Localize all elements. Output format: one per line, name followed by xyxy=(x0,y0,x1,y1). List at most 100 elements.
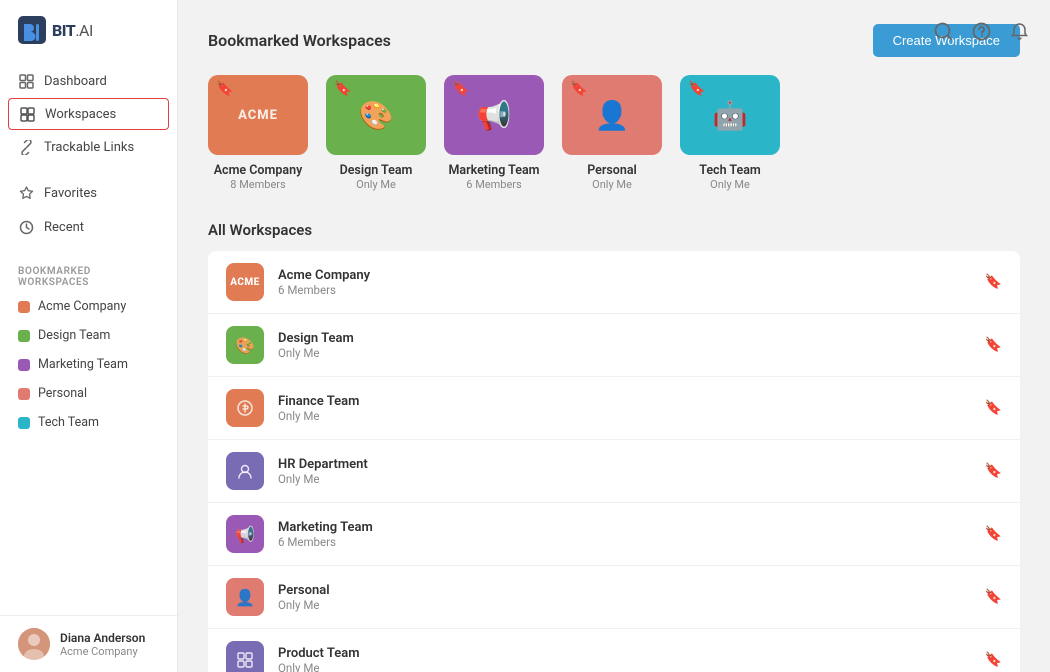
list-name-design: Design Team xyxy=(278,331,971,346)
bookmarked-section-label: BOOKMARKED WORKSPACES xyxy=(0,254,177,292)
user-company: Acme Company xyxy=(60,645,145,658)
design-list-bookmark-icon[interactable]: 🔖 xyxy=(985,337,1002,353)
personal-card-meta: Only Me xyxy=(592,178,632,191)
top-toolbar xyxy=(932,20,1030,42)
list-item-acme[interactable]: ACME Acme Company 6 Members 🔖 xyxy=(208,251,1020,314)
card-marketing[interactable]: 🔖 📢 Marketing Team 6 Members xyxy=(444,75,544,191)
marketing-card-name: Marketing Team xyxy=(448,163,539,178)
sidebar-item-trackable-links[interactable]: Trackable Links xyxy=(0,130,177,164)
tech-card-meta: Only Me xyxy=(710,178,750,191)
sidebar-secondary-nav: Favorites Recent xyxy=(0,176,177,244)
all-workspaces-list: ACME Acme Company 6 Members 🔖 🎨 Design T… xyxy=(208,251,1020,672)
personal-emoji-icon: 👤 xyxy=(595,99,630,132)
workspaces-label: Workspaces xyxy=(45,107,116,122)
list-info-product: Product Team Only Me xyxy=(278,646,971,672)
main-content: Bookmarked Workspaces Create Workspace 🔖… xyxy=(178,0,1050,672)
list-name-finance: Finance Team xyxy=(278,394,971,409)
list-meta-personal: Only Me xyxy=(278,598,971,612)
card-tech[interactable]: 🔖 🤖 Tech Team Only Me xyxy=(680,75,780,191)
list-item-product[interactable]: Product Team Only Me 🔖 xyxy=(208,629,1020,672)
sidebar-bookmarked-design[interactable]: Design Team xyxy=(0,321,177,350)
help-icon[interactable] xyxy=(970,20,992,42)
list-info-hr: HR Department Only Me xyxy=(278,457,971,486)
acme-text-icon: ACME xyxy=(238,108,278,123)
product-list-bookmark-icon[interactable]: 🔖 xyxy=(985,652,1002,668)
list-meta-design: Only Me xyxy=(278,346,971,360)
sidebar-bookmarked-marketing[interactable]: Marketing Team xyxy=(0,350,177,379)
design-card-name: Design Team xyxy=(340,163,413,178)
design-bookmark-icon: 🔖 xyxy=(334,81,351,97)
personal-dot xyxy=(18,388,30,400)
list-icon-marketing: 📢 xyxy=(226,515,264,553)
design-emoji-icon: 🎨 xyxy=(359,99,394,132)
sidebar-item-recent[interactable]: Recent xyxy=(0,210,177,244)
dashboard-label: Dashboard xyxy=(44,74,107,89)
acme-label: Acme Company xyxy=(38,299,126,314)
design-card-meta: Only Me xyxy=(356,178,396,191)
personal-bookmark-icon: 🔖 xyxy=(570,81,587,97)
list-name-product: Product Team xyxy=(278,646,971,661)
list-name-hr: HR Department xyxy=(278,457,971,472)
card-personal-icon: 🔖 👤 xyxy=(562,75,662,155)
sidebar-bookmarked-acme[interactable]: Acme Company xyxy=(0,292,177,321)
workspaces-icon xyxy=(19,106,35,122)
marketing-dot xyxy=(18,359,30,371)
marketing-emoji-icon: 📢 xyxy=(477,99,512,132)
list-item-hr[interactable]: HR Department Only Me 🔖 xyxy=(208,440,1020,503)
recent-label: Recent xyxy=(44,220,84,235)
list-item-marketing[interactable]: 📢 Marketing Team 6 Members 🔖 xyxy=(208,503,1020,566)
user-info: Diana Anderson Acme Company xyxy=(60,631,145,658)
acme-card-meta: 8 Members xyxy=(230,178,285,191)
tech-label: Tech Team xyxy=(38,415,99,430)
card-tech-icon: 🔖 🤖 xyxy=(680,75,780,155)
acme-dot xyxy=(18,301,30,313)
favorites-label: Favorites xyxy=(44,186,97,201)
sidebar-item-dashboard[interactable]: Dashboard xyxy=(0,64,177,98)
list-meta-product: Only Me xyxy=(278,661,971,672)
all-workspaces-title: All Workspaces xyxy=(208,221,1020,239)
list-item-personal[interactable]: 👤 Personal Only Me 🔖 xyxy=(208,566,1020,629)
tech-bookmark-icon: 🔖 xyxy=(688,81,705,97)
card-acme-icon: 🔖 ACME xyxy=(208,75,308,155)
dashboard-icon xyxy=(18,73,34,89)
sidebar-bookmarked-tech[interactable]: Tech Team xyxy=(0,408,177,437)
list-name-marketing: Marketing Team xyxy=(278,520,971,535)
marketing-list-bookmark-icon[interactable]: 🔖 xyxy=(985,526,1002,542)
card-design[interactable]: 🔖 🎨 Design Team Only Me xyxy=(326,75,426,191)
finance-list-bookmark-icon[interactable]: 🔖 xyxy=(985,400,1002,416)
personal-list-bookmark-icon[interactable]: 🔖 xyxy=(985,589,1002,605)
bookmarked-title: Bookmarked Workspaces xyxy=(208,31,391,50)
list-icon-acme: ACME xyxy=(226,263,264,301)
bit-logo-icon xyxy=(18,16,46,44)
list-info-design: Design Team Only Me xyxy=(278,331,971,360)
acme-list-bookmark-icon[interactable]: 🔖 xyxy=(985,274,1002,290)
notification-icon[interactable] xyxy=(1008,20,1030,42)
list-icon-hr xyxy=(226,452,264,490)
sidebar-item-workspaces[interactable]: Workspaces xyxy=(8,98,169,130)
list-info-finance: Finance Team Only Me xyxy=(278,394,971,423)
list-item-design[interactable]: 🎨 Design Team Only Me 🔖 xyxy=(208,314,1020,377)
list-icon-personal: 👤 xyxy=(226,578,264,616)
card-design-icon: 🔖 🎨 xyxy=(326,75,426,155)
marketing-card-meta: 6 Members xyxy=(466,178,521,191)
list-meta-marketing: 6 Members xyxy=(278,535,971,549)
app-logo: BIT.AI xyxy=(0,0,177,60)
trackable-links-icon xyxy=(18,139,34,155)
marketing-bookmark-icon: 🔖 xyxy=(452,81,469,97)
card-acme[interactable]: 🔖 ACME Acme Company 8 Members xyxy=(208,75,308,191)
list-info-acme: Acme Company 6 Members xyxy=(278,268,971,297)
bookmarked-header: Bookmarked Workspaces Create Workspace xyxy=(208,24,1020,57)
list-item-finance[interactable]: Finance Team Only Me 🔖 xyxy=(208,377,1020,440)
bookmarked-section: BOOKMARKED WORKSPACES Acme Company Desig… xyxy=(0,254,177,437)
sidebar-item-favorites[interactable]: Favorites xyxy=(0,176,177,210)
card-personal[interactable]: 🔖 👤 Personal Only Me xyxy=(562,75,662,191)
tech-dot xyxy=(18,417,30,429)
hr-list-bookmark-icon[interactable]: 🔖 xyxy=(985,463,1002,479)
list-meta-hr: Only Me xyxy=(278,472,971,486)
sidebar-nav: Dashboard Workspaces Trackable Links xyxy=(0,60,177,168)
sidebar-user[interactable]: Diana Anderson Acme Company xyxy=(0,615,177,672)
bookmarked-grid: 🔖 ACME Acme Company 8 Members 🔖 🎨 Design… xyxy=(208,75,1020,191)
sidebar-bookmarked-personal[interactable]: Personal xyxy=(0,379,177,408)
search-icon[interactable] xyxy=(932,20,954,42)
list-icon-product xyxy=(226,641,264,672)
